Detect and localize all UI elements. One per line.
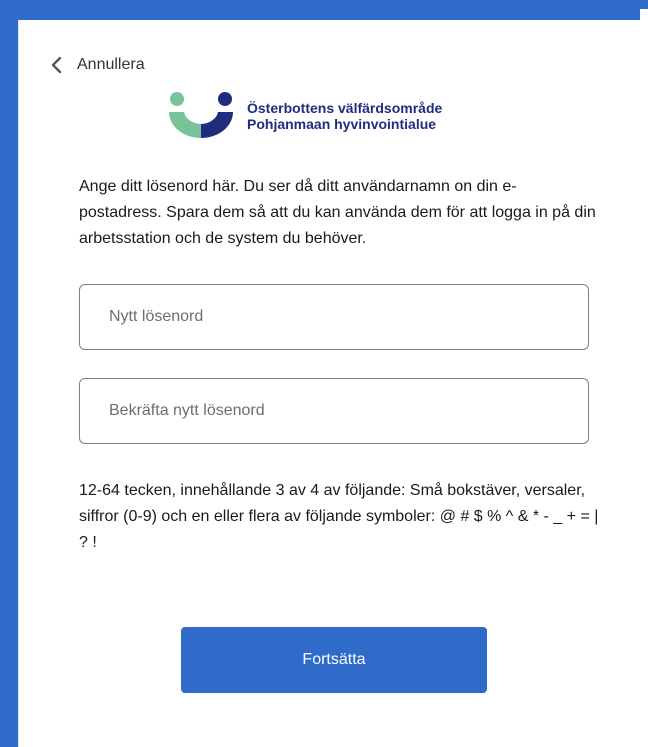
logo-wordmark: Österbottens välfärdsområde Pohjanmaan h… xyxy=(247,100,442,132)
organization-logo: Österbottens välfärdsområde Pohjanmaan h… xyxy=(167,90,442,142)
intro-text: Ange ditt lösenord här. Du ser då ditt a… xyxy=(79,178,596,247)
logo-line-finnish: Pohjanmaan hyvinvointialue xyxy=(247,116,437,132)
password-card: Annullera Österbottens välfärdsområde Po… xyxy=(18,20,641,747)
continue-button[interactable]: Fortsätta xyxy=(181,627,487,693)
window-right-edge xyxy=(640,9,648,747)
window-top-bar xyxy=(0,0,648,9)
new-password-input[interactable] xyxy=(79,284,589,350)
password-requirements: 12-64 tecken, innehållande 3 av 4 av föl… xyxy=(79,482,599,551)
logo-mark-icon xyxy=(169,92,233,138)
chevron-left-icon xyxy=(51,56,62,74)
back-label: Annullera xyxy=(77,56,145,73)
logo-line-swedish: Österbottens välfärdsområde xyxy=(247,100,443,116)
back-link[interactable]: Annullera xyxy=(49,56,145,74)
confirm-password-input[interactable] xyxy=(79,378,589,444)
